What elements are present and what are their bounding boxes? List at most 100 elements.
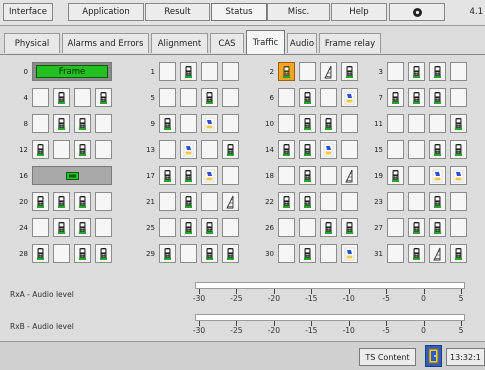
channel-cell[interactable] (180, 192, 197, 211)
timeslot-27[interactable]: 27 (365, 218, 471, 237)
timeslot-18[interactable]: 18 (256, 166, 362, 185)
channel-cell[interactable] (53, 244, 70, 263)
channel-cell[interactable] (159, 140, 176, 159)
channel-cell[interactable] (408, 192, 425, 211)
timeslot-13[interactable]: 13 (137, 140, 243, 159)
channel-cell[interactable] (180, 218, 197, 237)
channel-cell[interactable] (387, 88, 404, 107)
channel-cell[interactable] (299, 62, 316, 81)
timeslot-21[interactable]: 21 (137, 192, 243, 211)
channel-cell[interactable] (320, 192, 337, 211)
channel-cell[interactable] (95, 114, 112, 133)
timeslot-17[interactable]: 17 (137, 166, 243, 185)
channel-cell[interactable] (450, 62, 467, 81)
channel-cell[interactable] (32, 140, 49, 159)
channel-cell[interactable] (387, 166, 404, 185)
channel-cell[interactable] (278, 166, 295, 185)
tab-frame-relay[interactable]: Frame relay (319, 33, 381, 53)
timeslot-31[interactable]: 31 (365, 244, 471, 263)
channel-cell[interactable] (201, 88, 218, 107)
channel-cell[interactable] (408, 218, 425, 237)
menu-misc[interactable]: Misc. (267, 3, 330, 21)
channel-cell[interactable] (32, 218, 49, 237)
channel-cell[interactable] (341, 62, 358, 81)
channel-cell[interactable] (450, 140, 467, 159)
channel-cell[interactable] (201, 218, 218, 237)
tab-cas[interactable]: CAS (210, 33, 244, 53)
channel-cell[interactable] (341, 244, 358, 263)
channel-cell[interactable] (299, 192, 316, 211)
channel-cell[interactable] (450, 218, 467, 237)
tab-traffic[interactable]: Traffic (246, 30, 285, 54)
timeslot-11[interactable]: 11 (365, 114, 471, 133)
timeslot-2[interactable]: 2 (256, 62, 362, 81)
channel-cell[interactable] (278, 140, 295, 159)
timeslot-24[interactable]: 24 (10, 218, 116, 237)
channel-cell[interactable] (95, 140, 112, 159)
channel-cell[interactable] (387, 192, 404, 211)
timeslot-22[interactable]: 22 (256, 192, 362, 211)
channel-cell[interactable] (341, 88, 358, 107)
channel-cell[interactable] (341, 140, 358, 159)
channel-cell[interactable] (299, 244, 316, 263)
channel-cell[interactable] (429, 62, 446, 81)
channel-cell[interactable] (429, 244, 446, 263)
channel-cell[interactable] (320, 244, 337, 263)
channel-cell[interactable] (53, 88, 70, 107)
channel-cell[interactable] (450, 192, 467, 211)
channel-cell[interactable] (341, 166, 358, 185)
channel-cell[interactable] (74, 244, 91, 263)
channel-cell[interactable] (278, 192, 295, 211)
menu-application[interactable]: Application (68, 3, 144, 21)
tab-physical[interactable]: Physical (4, 33, 60, 53)
channel-cell[interactable] (450, 244, 467, 263)
timeslot-6[interactable]: 6 (256, 88, 362, 107)
channel-cell[interactable] (74, 192, 91, 211)
channel-cell[interactable] (429, 114, 446, 133)
channel-cell[interactable] (159, 218, 176, 237)
channel-cell[interactable] (201, 244, 218, 263)
channel-cell[interactable] (278, 88, 295, 107)
frame-alignment-indicator[interactable]: Frame (32, 62, 112, 81)
channel-cell[interactable] (32, 114, 49, 133)
timeslot-12[interactable]: 12 (10, 140, 116, 159)
channel-cell[interactable] (429, 166, 446, 185)
timeslot-8[interactable]: 8 (10, 114, 116, 133)
channel-cell[interactable] (222, 192, 239, 211)
channel-cell[interactable] (429, 88, 446, 107)
channel-cell[interactable] (201, 140, 218, 159)
menu-settings-button[interactable] (389, 3, 445, 21)
channel-cell[interactable] (32, 88, 49, 107)
channel-cell[interactable] (387, 114, 404, 133)
menu-help[interactable]: Help (331, 3, 387, 21)
channel-cell[interactable] (341, 192, 358, 211)
channel-cell[interactable] (74, 140, 91, 159)
channel-cell[interactable] (180, 88, 197, 107)
channel-cell[interactable] (201, 166, 218, 185)
channel-cell[interactable] (387, 62, 404, 81)
channel-cell[interactable] (341, 114, 358, 133)
channel-cell[interactable] (429, 140, 446, 159)
channel-cell[interactable] (53, 114, 70, 133)
channel-cell[interactable] (450, 166, 467, 185)
timeslot-23[interactable]: 23 (365, 192, 471, 211)
channel-cell[interactable] (278, 244, 295, 263)
channel-cell[interactable] (159, 244, 176, 263)
channel-cell[interactable] (341, 218, 358, 237)
timeslot-0[interactable]: 0 Frame (10, 62, 116, 81)
channel-cell[interactable] (278, 62, 295, 81)
channel-cell[interactable] (95, 244, 112, 263)
timeslot-28[interactable]: 28 (10, 244, 116, 263)
timeslot-16[interactable]: 16 (10, 166, 116, 185)
timeslot-14[interactable]: 14 (256, 140, 362, 159)
channel-cell[interactable] (320, 62, 337, 81)
channel-cell[interactable] (320, 140, 337, 159)
channel-cell[interactable] (180, 114, 197, 133)
timeslot-19[interactable]: 19 (365, 166, 471, 185)
timeslot-4[interactable]: 4 (10, 88, 116, 107)
channel-cell[interactable] (222, 218, 239, 237)
channel-cell[interactable] (95, 218, 112, 237)
channel-cell[interactable] (201, 62, 218, 81)
channel-cell[interactable] (429, 192, 446, 211)
timeslot-20[interactable]: 20 (10, 192, 116, 211)
